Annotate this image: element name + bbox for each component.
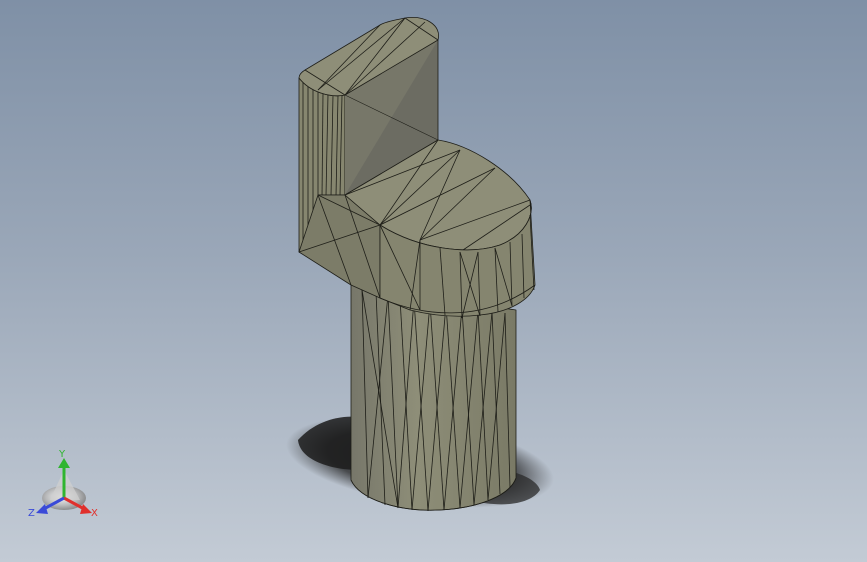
x-axis-label: X — [91, 508, 98, 519]
graphics-viewport[interactable]: Y X Z — [0, 0, 867, 562]
z-axis-arrow-icon[interactable] — [36, 504, 48, 514]
cylinder-shaft[interactable] — [350, 284, 517, 512]
z-axis-label: Z — [28, 508, 35, 519]
view-triad[interactable]: Y X Z — [28, 449, 98, 519]
y-axis-label: Y — [58, 449, 66, 460]
model-view[interactable]: Y X Z — [0, 0, 867, 562]
